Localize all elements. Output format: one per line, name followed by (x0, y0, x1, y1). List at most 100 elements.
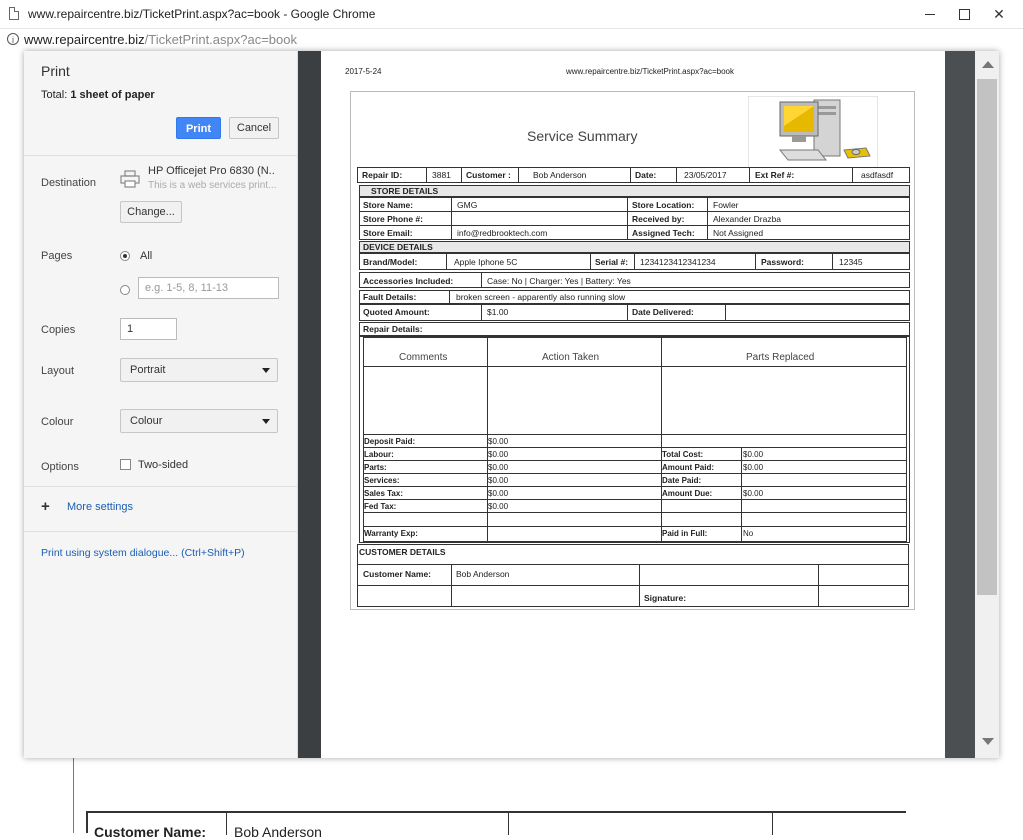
chevron-down-icon (262, 419, 270, 424)
chevron-down-icon (262, 368, 270, 373)
layout-select[interactable]: Portrait (120, 358, 278, 382)
fault-details-value: broken screen - apparently also running … (456, 292, 626, 302)
page-header-date: 2017-5-24 (345, 67, 382, 76)
cancel-button[interactable]: Cancel (229, 117, 279, 139)
customer-value: Bob Anderson (533, 170, 587, 180)
colour-select[interactable]: Colour (120, 409, 278, 433)
copies-label: Copies (41, 324, 76, 336)
scroll-thumb[interactable] (977, 79, 997, 595)
parts-replaced-column-header: Parts Replaced (746, 352, 815, 363)
assigned-tech-value: Not Assigned (713, 228, 764, 238)
amount-paid-value: $0.00 (743, 463, 764, 472)
assigned-tech-label: Assigned Tech: (632, 228, 695, 238)
close-button[interactable]: ✕ (980, 0, 1018, 28)
printer-name: HP Officejet Pro 6830 (N.. (148, 165, 275, 177)
brand-model-label: Brand/Model: (363, 257, 418, 267)
ext-ref-value: asdfasdf (861, 170, 894, 180)
received-by-value: Alexander Drazba (713, 214, 782, 224)
paid-in-full-label: Paid in Full: (662, 529, 708, 538)
store-name-value: GMG (457, 200, 478, 210)
pages-custom-radio[interactable] (120, 285, 130, 295)
repair-id-value: 3881 (432, 170, 451, 180)
comments-column-header: Comments (399, 352, 448, 363)
sales-tax-value: $0.00 (488, 489, 509, 498)
labour-value: $0.00 (488, 450, 509, 459)
accessories-value: Case: No | Charger: Yes | Battery: Yes (487, 276, 631, 286)
preview-page: 2017-5-24 www.repaircentre.biz/TicketPri… (321, 51, 945, 758)
customer-label: Customer : (466, 170, 511, 180)
store-location-value: Fowler (713, 200, 739, 210)
serial-label: Serial #: (595, 257, 629, 267)
address-bar[interactable]: i www.repaircentre.biz/TicketPrint.aspx?… (0, 29, 1023, 51)
pages-all-label[interactable]: All (140, 250, 152, 262)
customer-name-label: Customer Name: (363, 569, 432, 579)
plus-icon: + (41, 498, 50, 515)
divider (24, 155, 297, 156)
two-sided-checkbox[interactable] (120, 459, 131, 470)
print-button[interactable]: Print (176, 117, 221, 139)
two-sided-label[interactable]: Two-sided (138, 459, 188, 471)
accessories-label: Accessories Included: (363, 276, 454, 286)
date-paid-label: Date Paid: (662, 476, 702, 485)
destination-label: Destination (41, 177, 97, 189)
change-destination-button[interactable]: Change... (120, 201, 182, 223)
received-by-label: Received by: (632, 214, 685, 224)
store-name-label: Store Name: (363, 200, 414, 210)
repair-id-label: Repair ID: (362, 170, 403, 180)
brand-model-value: Apple Iphone 5C (454, 257, 518, 267)
fed-tax-label: Fed Tax: (364, 502, 397, 511)
scroll-up-icon[interactable] (982, 61, 994, 68)
info-icon[interactable]: i (7, 33, 19, 45)
total-cost-label: Total Cost: (662, 450, 704, 459)
url-text[interactable]: www.repaircentre.biz/TicketPrint.aspx?ac… (24, 32, 297, 47)
store-location-label: Store Location: (632, 200, 695, 210)
copies-input[interactable]: 1 (120, 318, 177, 340)
services-label: Services: (364, 476, 400, 485)
sales-tax-label: Sales Tax: (364, 489, 403, 498)
quoted-amount-label: Quoted Amount: (363, 307, 430, 317)
fed-tax-value: $0.00 (488, 502, 509, 511)
preview-scrollbar[interactable] (975, 51, 999, 758)
printer-icon (120, 170, 140, 188)
minimize-button[interactable] (911, 0, 949, 28)
print-preview-area[interactable]: 2017-5-24 www.repaircentre.biz/TicketPri… (298, 51, 975, 758)
warranty-label: Warranty Exp: (364, 529, 418, 538)
window-title: www.repaircentre.biz/TicketPrint.aspx?ac… (28, 7, 376, 21)
repair-details-header: Repair Details: (363, 324, 423, 334)
action-taken-column-header: Action Taken (542, 352, 600, 363)
fault-details-label: Fault Details: (363, 292, 417, 302)
password-value: 12345 (839, 257, 863, 267)
print-settings-sidebar: Print Total: 1 sheet of paper Print Canc… (24, 51, 298, 758)
service-summary-title: Service Summary (527, 128, 638, 144)
scroll-down-icon[interactable] (982, 738, 994, 745)
date-value: 23/05/2017 (684, 170, 727, 180)
store-phone-label: Store Phone #: (363, 214, 423, 224)
parts-label: Parts: (364, 463, 387, 472)
colour-label: Colour (41, 416, 74, 428)
quoted-amount-value: $1.00 (487, 307, 509, 317)
services-value: $0.00 (488, 476, 509, 485)
print-dialog: Print Total: 1 sheet of paper Print Canc… (24, 51, 999, 758)
computer-image (748, 96, 878, 168)
paid-in-full-value: No (743, 529, 754, 538)
ext-ref-label: Ext Ref #: (755, 170, 795, 180)
total-summary: Total: 1 sheet of paper (41, 89, 155, 101)
background-customer-name: Bob Anderson (234, 824, 322, 840)
total-cost-value: $0.00 (743, 450, 764, 459)
page-header-url: www.repaircentre.biz/TicketPrint.aspx?ac… (566, 67, 734, 76)
maximize-button[interactable] (945, 0, 983, 28)
amount-paid-label: Amount Paid: (662, 463, 714, 472)
system-dialog-link[interactable]: Print using system dialogue... (Ctrl+Shi… (41, 547, 245, 559)
labour-label: Labour: (364, 450, 394, 459)
customer-details-header: CUSTOMER DETAILS (359, 547, 446, 557)
divider (24, 486, 297, 487)
more-settings-toggle[interactable]: + More settings (41, 499, 281, 515)
divider (24, 531, 297, 532)
more-settings-label[interactable]: More settings (67, 501, 133, 513)
amount-due-label: Amount Due: (662, 489, 713, 498)
serial-value: 1234123412341234 (640, 257, 716, 267)
pages-all-radio[interactable] (120, 251, 130, 261)
customer-name-value: Bob Anderson (456, 569, 510, 579)
print-title: Print (41, 63, 70, 79)
pages-range-input[interactable]: e.g. 1-5, 8, 11-13 (138, 277, 279, 299)
